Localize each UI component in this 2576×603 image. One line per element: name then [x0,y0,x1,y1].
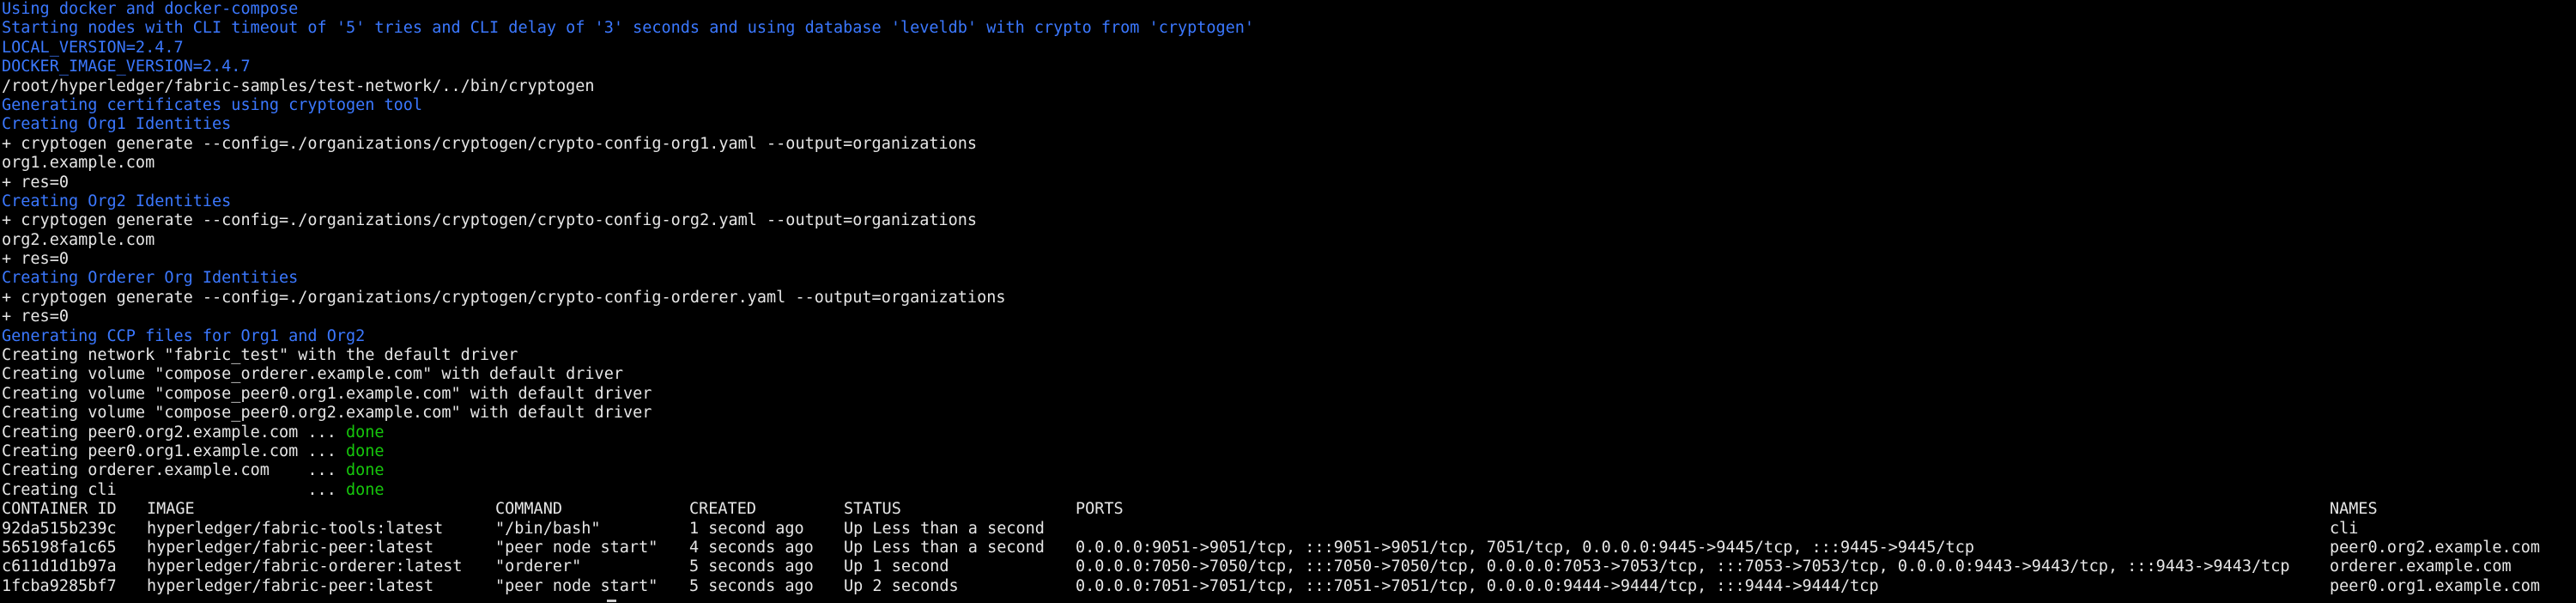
status-done: done [345,461,385,480]
log-line: /root/hyperledger/fabric-samples/test-ne… [2,76,595,95]
container-ports: 0.0.0.0:7051->7051/tcp, :::7051->7051/tc… [1076,576,1879,595]
container-id: 565198fa1c65 [2,538,117,557]
header-created: CREATED [689,500,756,519]
container-id: 92da515b239c [2,519,117,538]
header-command: COMMAND [495,500,562,519]
container-image: hyperledger/fabric-orderer:latest [147,557,463,576]
container-ports: 0.0.0.0:9051->9051/tcp, :::9051->9051/tc… [1076,538,1974,557]
log-line: Starting nodes with CLI timeout of '5' t… [2,19,1255,38]
table-row: 565198fa1c65 hyperledger/fabric-peer:lat… [2,539,2574,557]
log-line: + cryptogen generate --config=./organiza… [2,211,978,230]
header-image: IMAGE [147,500,195,519]
log-line: DOCKER_IMAGE_VERSION=2.4.7 [2,58,251,76]
container-id: 1fcba9285bf7 [2,576,117,595]
status-done: done [345,423,385,442]
header-status: STATUS [844,500,901,519]
container-status: Up Less than a second [844,538,1045,557]
container-command: "orderer" [495,557,582,576]
container-ports: 0.0.0.0:7050->7050/tcp, :::7050->7050/tc… [1076,557,2290,576]
log-line: Creating network "fabric_test" with the … [2,346,518,365]
create-container-line: Creating cli ... done [2,481,2574,500]
log-line: Creating volume "compose_peer0.org2.exam… [2,404,652,423]
log-line: Generating CCP files for Org1 and Org2 [2,326,366,345]
status-done: done [345,480,385,499]
container-image: hyperledger/fabric-peer:latest [147,538,434,557]
status-done: done [345,442,385,460]
container-created: 5 seconds ago [689,557,814,576]
container-created: 5 seconds ago [689,576,814,595]
create-container-text: Creating cli ... [2,480,346,499]
log-line: Using docker and docker-compose [2,0,299,18]
create-container-line: Creating peer0.org1.example.com ... done [2,442,2574,461]
log-line: Creating Org2 Identities [2,192,232,210]
log-line: org1.example.com [2,154,155,173]
container-command: "/bin/bash" [495,519,601,538]
log-line: Creating volume "compose_orderer.example… [2,365,623,384]
container-status: Up 2 seconds [844,576,959,595]
container-status: Up Less than a second [844,519,1045,538]
header-container-id: CONTAINER ID [2,500,117,519]
log-line: LOCAL_VERSION=2.4.7 [2,38,184,57]
container-name: orderer.example.com [2330,557,2512,576]
create-container-text: Creating peer0.org2.example.com ... [2,423,346,442]
container-name: peer0.org2.example.com [2330,538,2541,557]
text-cursor [607,600,616,602]
log-line: Creating Org1 Identities [2,115,232,134]
container-name: cli [2330,519,2359,538]
create-container-line: Creating orderer.example.com ... done [2,461,2574,480]
terminal-output[interactable]: Using docker and docker-compose Starting… [2,0,2574,603]
header-ports: PORTS [1076,500,1124,519]
header-names: NAMES [2330,500,2378,519]
log-line: Creating Orderer Org Identities [2,269,299,288]
log-line: Creating volume "compose_peer0.org1.exam… [2,384,652,403]
table-row: 92da515b239c hyperledger/fabric-tools:la… [2,520,2574,539]
create-container-line: Creating peer0.org2.example.com ... done [2,423,2574,442]
log-line: + res=0 [2,308,69,326]
create-container-text: Creating orderer.example.com ... [2,461,346,480]
log-line: org2.example.com [2,230,155,249]
container-image: hyperledger/fabric-peer:latest [147,576,434,595]
container-name: peer0.org1.example.com [2330,576,2541,595]
log-line: Generating certificates using cryptogen … [2,95,423,114]
log-line: + cryptogen generate --config=./organiza… [2,134,978,153]
container-created: 4 seconds ago [689,538,814,557]
container-created: 1 second ago [689,519,804,538]
container-image: hyperledger/fabric-tools:latest [147,519,444,538]
log-line: + cryptogen generate --config=./organiza… [2,288,1006,307]
table-row: c611d1d1b97a hyperledger/fabric-orderer:… [2,557,2574,576]
table-header: CONTAINER ID IMAGE COMMAND CREATED STATU… [2,500,2574,519]
container-command: "peer node start" [495,538,658,557]
table-row: 1fcba9285bf7 hyperledger/fabric-peer:lat… [2,577,2574,596]
container-id: c611d1d1b97a [2,557,117,576]
container-command: "peer node start" [495,576,658,595]
log-line: + res=0 [2,173,69,192]
create-container-text: Creating peer0.org1.example.com ... [2,442,346,460]
container-status: Up 1 second [844,557,949,576]
log-line: + res=0 [2,250,69,269]
